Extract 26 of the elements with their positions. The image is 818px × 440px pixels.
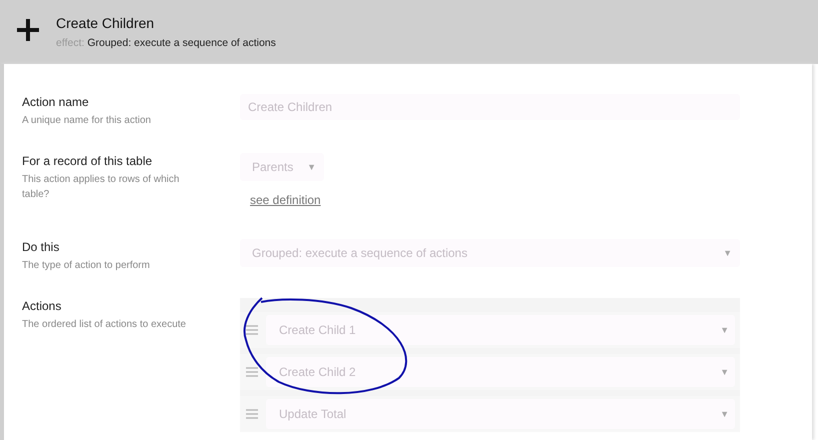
dropdown-arrow-icon: ▼ bbox=[723, 248, 732, 258]
dropdown-arrow-icon: ▼ bbox=[720, 325, 729, 335]
see-definition-link[interactable]: see definition bbox=[250, 193, 321, 207]
action-select[interactable]: Create Child 2 ▼ bbox=[266, 357, 735, 387]
field-hint: The type of action to perform bbox=[22, 259, 151, 273]
field-label: Do this bbox=[22, 240, 60, 255]
field-label: For a record of this table bbox=[22, 154, 154, 169]
drag-handle-icon[interactable] bbox=[246, 409, 258, 419]
action-select[interactable]: Update Total ▼ bbox=[266, 399, 735, 429]
dropdown-arrow-icon: ▼ bbox=[720, 409, 729, 419]
drag-handle-icon[interactable] bbox=[246, 325, 258, 335]
dropdown-arrow-icon: ▼ bbox=[720, 367, 729, 377]
field-hint: A unique name for this action bbox=[22, 114, 152, 128]
drag-handle-icon[interactable] bbox=[246, 367, 258, 377]
effect-value: Grouped: execute a sequence of actions bbox=[87, 37, 276, 49]
action-select[interactable]: Create Child 1 ▼ bbox=[266, 315, 735, 345]
name-field[interactable]: Create Children bbox=[240, 94, 740, 120]
field-hint: The ordered list of actions to execute bbox=[22, 318, 187, 332]
field-label: Action name bbox=[22, 95, 90, 110]
action-type-select[interactable]: Grouped: execute a sequence of actions ▼ bbox=[240, 239, 740, 267]
plus-icon[interactable] bbox=[16, 18, 40, 42]
field-hint: This action applies to rows of which table? bbox=[22, 173, 180, 202]
action-title: Create Children bbox=[56, 15, 156, 31]
field-label: Actions bbox=[22, 299, 62, 314]
dropdown-arrow-icon: ▼ bbox=[307, 162, 316, 172]
table-select[interactable]: Parents ▼ bbox=[240, 153, 324, 181]
